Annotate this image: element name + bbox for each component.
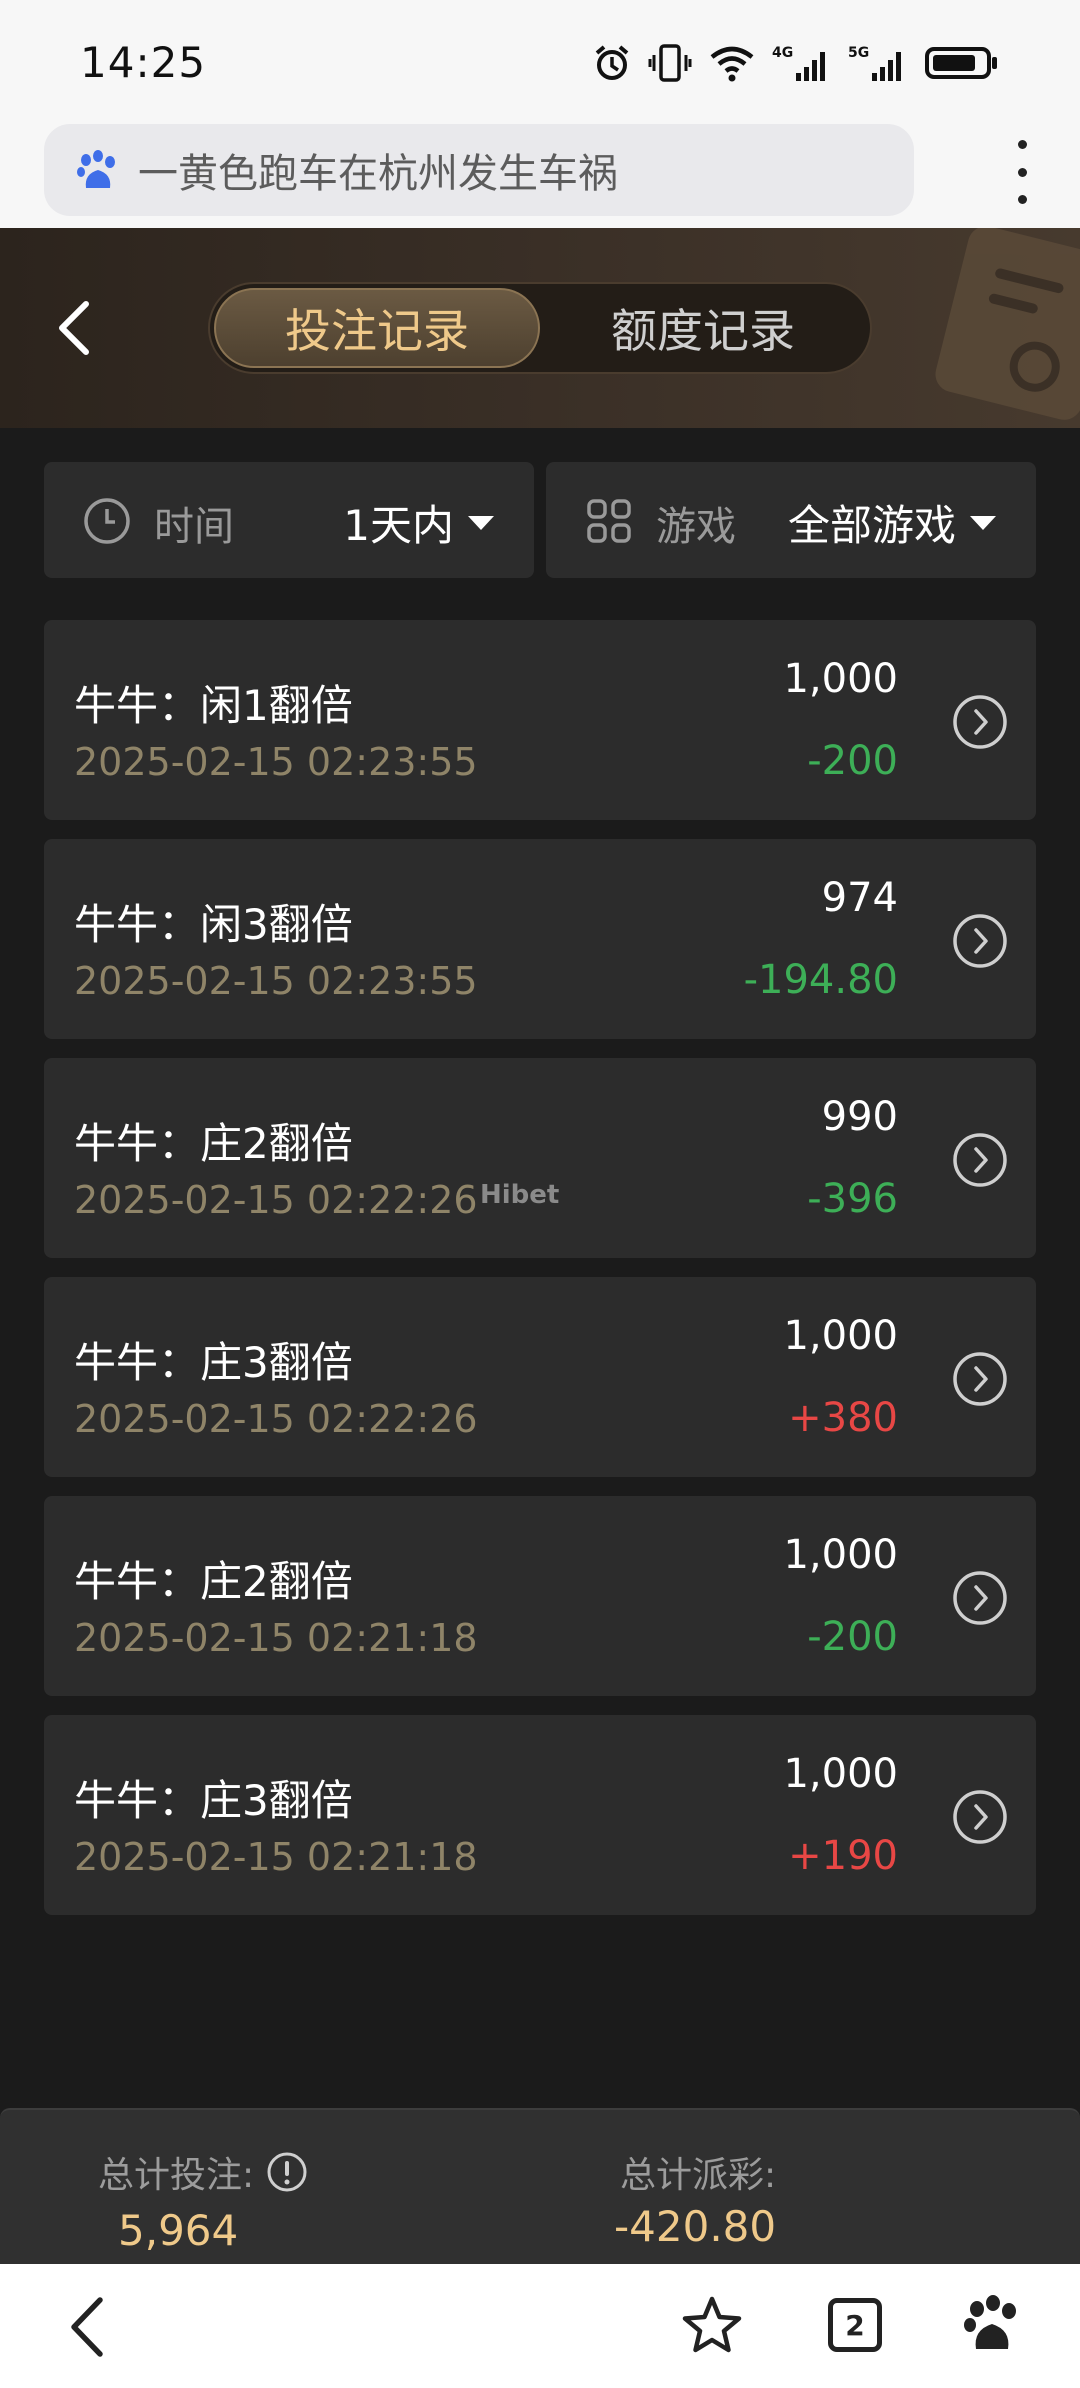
bet-record[interactable]: 牛牛：庄3翻倍 2025-02-15 02:21:18 1,000 +190 bbox=[44, 1715, 1036, 1915]
bet-record[interactable]: 牛牛：庄3翻倍 2025-02-15 02:22:26 1,000 +380 bbox=[44, 1277, 1036, 1477]
bet-record[interactable]: 牛牛：闲1翻倍 2025-02-15 02:23:55 1,000 -200 bbox=[44, 620, 1036, 820]
chevron-right-circle-icon[interactable] bbox=[952, 1351, 1008, 1407]
record-bet-amount: 1,000 bbox=[783, 1751, 898, 1797]
caret-down-icon bbox=[468, 515, 494, 530]
game-filter-value[interactable]: 全部游戏 bbox=[788, 492, 996, 553]
browser-bar: 一黄色跑车在杭州发生车祸 bbox=[0, 120, 1080, 228]
record-payout: -200 bbox=[807, 738, 898, 784]
record-tabs: 投注记录 额度记录 bbox=[208, 282, 872, 374]
bet-record[interactable]: 牛牛：闲3翻倍 2025-02-15 02:23:55 974 -194.80 bbox=[44, 839, 1036, 1039]
record-time: 2025-02-15 02:23:55 bbox=[74, 959, 478, 1003]
app-header: 投注记录 额度记录 bbox=[0, 228, 1080, 428]
svg-text:4G: 4G bbox=[772, 45, 793, 61]
record-bet-amount: 1,000 bbox=[783, 656, 898, 702]
status-bar: 14:25 4G 5G bbox=[0, 0, 1080, 120]
total-bet-label-group: 总计投注: bbox=[98, 2146, 308, 2198]
record-payout: -396 bbox=[807, 1176, 898, 1222]
svg-text:5G: 5G bbox=[848, 45, 869, 61]
bet-record[interactable]: 牛牛：庄2翻倍 2025-02-15 02:21:18 1,000 -200 bbox=[44, 1496, 1036, 1696]
record-game: 牛牛：庄2翻倍 bbox=[74, 1557, 353, 1606]
total-payout-label: 总计派彩: bbox=[620, 2155, 777, 2196]
record-game: 牛牛：庄3翻倍 bbox=[74, 1338, 353, 1387]
record-game: 牛牛：闲1翻倍 bbox=[74, 681, 353, 730]
vibrate-icon bbox=[648, 44, 692, 82]
record-bet-amount: 974 bbox=[821, 875, 898, 921]
chevron-right-circle-icon[interactable] bbox=[952, 1132, 1008, 1188]
chevron-right-circle-icon[interactable] bbox=[952, 1789, 1008, 1845]
totals-bar: 总计投注: 5,964 总计派彩: -420.80 bbox=[0, 2108, 1080, 2264]
grid-icon bbox=[587, 499, 631, 543]
tab-bet-records[interactable]: 投注记录 bbox=[214, 288, 540, 368]
status-time: 14:25 bbox=[80, 38, 207, 87]
signal-4g-icon: 4G bbox=[772, 45, 825, 81]
search-bar[interactable]: 一黄色跑车在杭州发生车祸 bbox=[44, 124, 914, 216]
time-filter[interactable]: 时间 1天内 bbox=[44, 462, 534, 578]
chevron-right-circle-icon[interactable] bbox=[952, 1570, 1008, 1626]
baidu-logo-icon bbox=[77, 150, 115, 188]
info-icon[interactable] bbox=[266, 2151, 308, 2193]
more-menu-icon[interactable] bbox=[1012, 140, 1032, 204]
record-time: 2025-02-15 02:22:26 bbox=[74, 1397, 478, 1441]
record-bet-amount: 1,000 bbox=[783, 1532, 898, 1578]
search-query: 一黄色跑车在杭州发生车祸 bbox=[138, 151, 618, 197]
caret-down-icon bbox=[970, 515, 996, 530]
tab-quota-records[interactable]: 额度记录 bbox=[540, 288, 866, 368]
total-payout-value: -420.80 bbox=[614, 2202, 777, 2251]
game-filter[interactable]: 游戏 全部游戏 bbox=[546, 462, 1036, 578]
battery-icon bbox=[925, 47, 997, 79]
record-game: 牛牛：庄3翻倍 bbox=[74, 1776, 353, 1825]
baidu-paw-icon[interactable] bbox=[962, 2294, 1020, 2352]
record-bet-amount: 1,000 bbox=[783, 1313, 898, 1359]
record-book-illustration bbox=[931, 228, 1080, 424]
record-time: 2025-02-15 02:21:18 bbox=[74, 1616, 478, 1660]
watermark: Hibet bbox=[480, 1180, 560, 1210]
record-time: 2025-02-15 02:21:18 bbox=[74, 1835, 478, 1879]
total-bet-label: 总计投注: bbox=[98, 2155, 255, 2196]
back-icon[interactable] bbox=[50, 296, 100, 360]
chevron-right-circle-icon[interactable] bbox=[952, 913, 1008, 969]
status-icons: 4G 5G bbox=[592, 40, 1000, 86]
time-filter-label: 时间 bbox=[154, 504, 234, 550]
record-bet-amount: 990 bbox=[821, 1094, 898, 1140]
record-time: 2025-02-15 02:23:55 bbox=[74, 740, 478, 784]
game-filter-label: 游戏 bbox=[656, 504, 736, 550]
record-time: 2025-02-15 02:22:26 bbox=[74, 1178, 478, 1222]
record-payout: -194.80 bbox=[743, 957, 898, 1003]
star-icon[interactable] bbox=[680, 2294, 744, 2358]
total-bet-value: 5,964 bbox=[118, 2206, 239, 2255]
browser-bottom-nav: 2 bbox=[0, 2264, 1080, 2388]
record-game: 牛牛：闲3翻倍 bbox=[74, 900, 353, 949]
alarm-icon bbox=[595, 45, 629, 80]
tabs-count-button[interactable]: 2 bbox=[828, 2298, 882, 2352]
record-game: 牛牛：庄2翻倍 bbox=[74, 1119, 353, 1168]
chevron-right-circle-icon[interactable] bbox=[952, 694, 1008, 750]
record-payout: -200 bbox=[807, 1614, 898, 1660]
browser-back-icon[interactable] bbox=[66, 2294, 110, 2360]
wifi-icon bbox=[710, 46, 754, 82]
record-payout: +380 bbox=[788, 1395, 898, 1441]
bet-record[interactable]: 牛牛：庄2翻倍 2025-02-15 02:22:26 990 -396 bbox=[44, 1058, 1036, 1258]
clock-icon bbox=[84, 498, 130, 544]
time-filter-value[interactable]: 1天内 bbox=[343, 492, 494, 553]
record-payout: +190 bbox=[788, 1833, 898, 1879]
signal-5g-icon: 5G bbox=[848, 45, 901, 81]
